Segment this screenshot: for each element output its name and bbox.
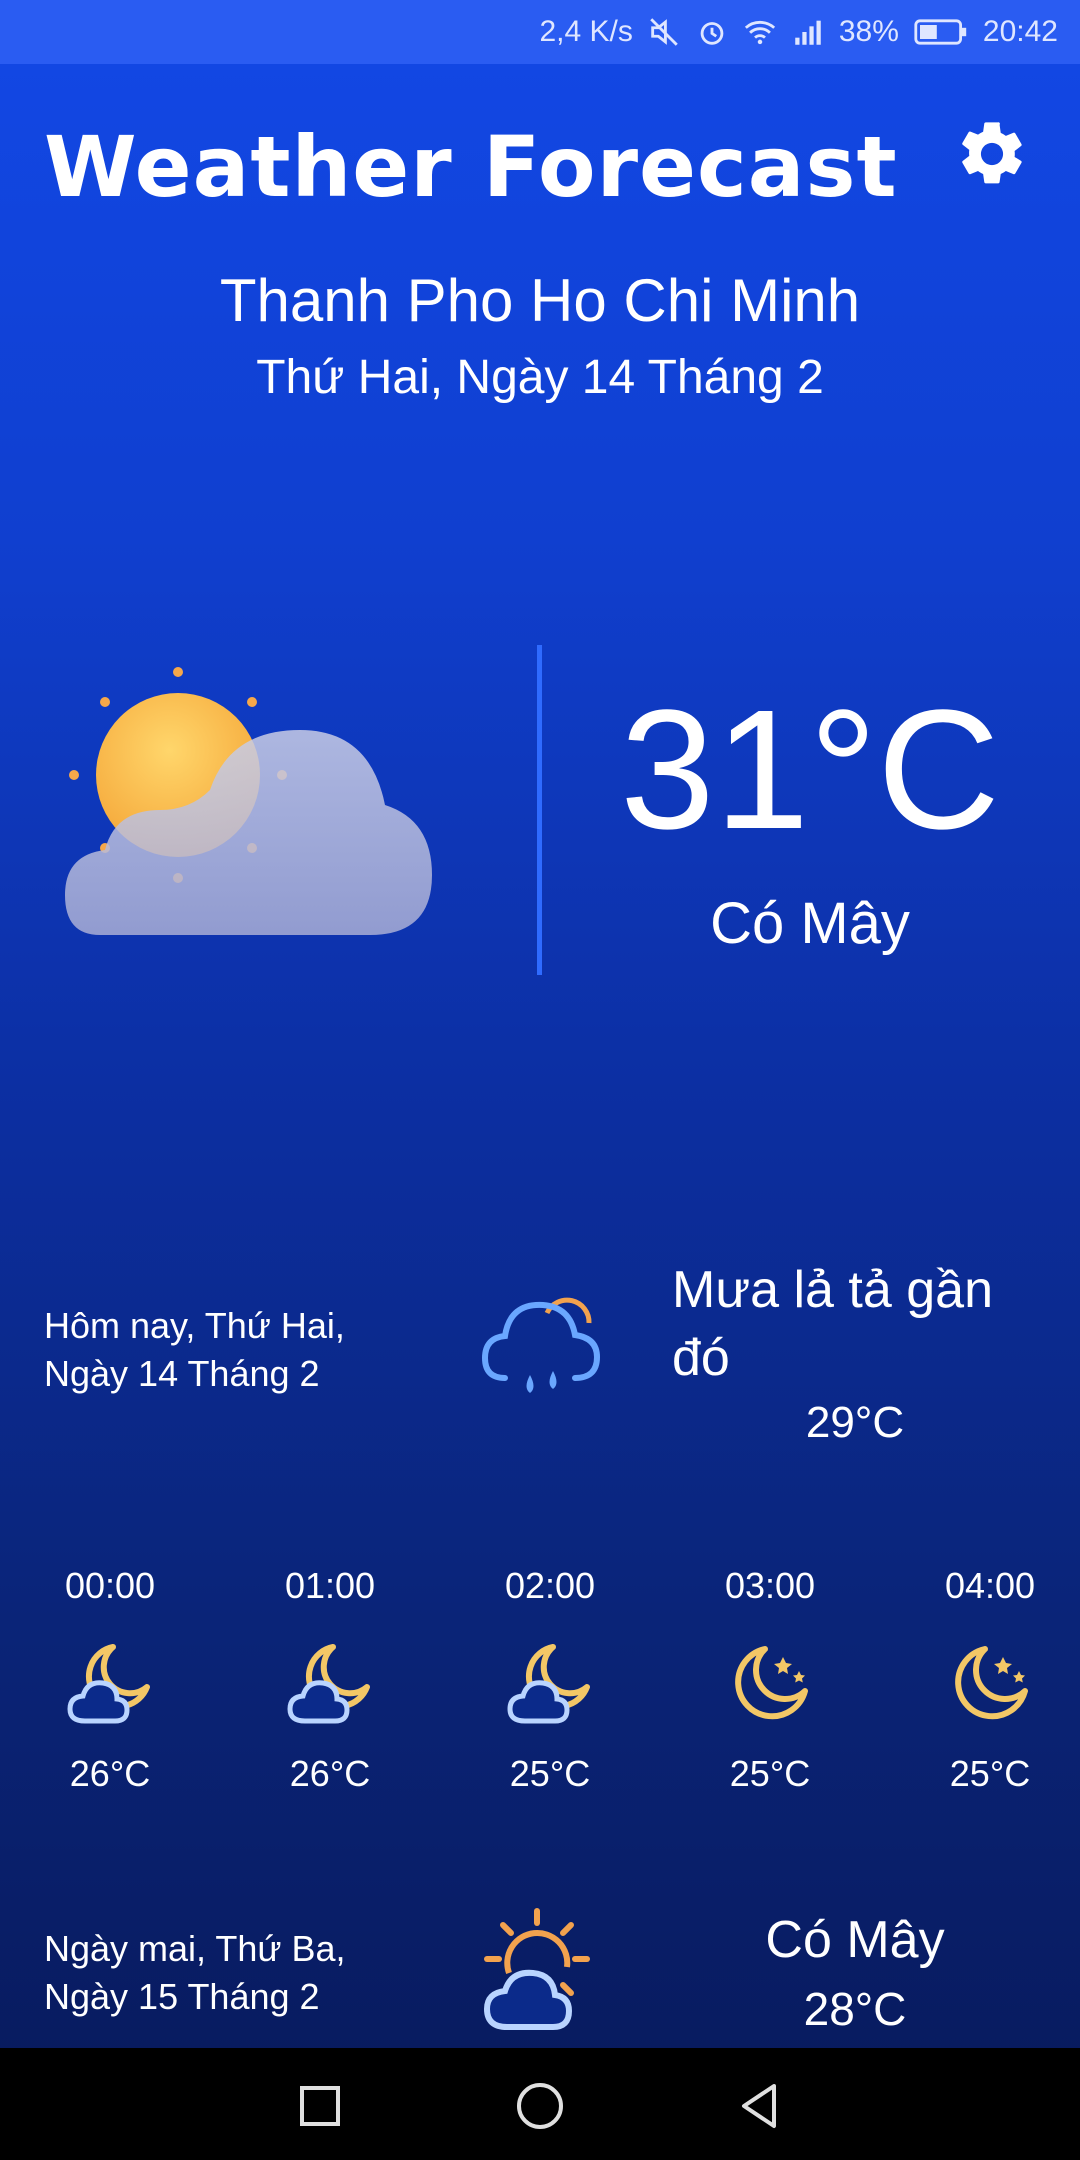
recent-apps-icon[interactable] [290,2076,350,2136]
alarm-icon [700,22,724,45]
hour-time: 00:00 [64,1565,156,1606]
rain-cloud-icon [481,1297,601,1393]
hour-item: 01:00 26°C [240,1565,420,1795]
battery-percent: 38% [838,15,899,48]
hour-time: 03:00 [724,1565,816,1606]
cloudy-moon-icon [287,1644,370,1724]
back-icon[interactable] [730,2076,790,2136]
current-temperature: 31°C [620,675,1000,865]
clock: 20:42 [982,15,1058,48]
today-temperature: 29°C [805,1398,905,1447]
hour-time: 02:00 [504,1565,596,1606]
moon-stars-icon [735,1646,808,1720]
sun-cloud-icon [483,1908,590,2030]
hour-item: 04:00 25°C [900,1565,1080,1795]
partly-cloudy-sun-icon [65,667,432,935]
gear-icon[interactable] [954,116,1030,192]
today-label: Hôm nay, Thứ Hai, Ngày 14 Tháng 2 [44,1302,345,1398]
home-icon[interactable] [510,2076,570,2136]
mute-icon [650,18,678,46]
status-bar: 2,4 K/s 38% 20:42 [0,0,1080,64]
cloudy-moon-icon [67,1644,150,1724]
tomorrow-label-line1: Ngày mai, Thứ Ba, [44,1928,346,1969]
tomorrow-label: Ngày mai, Thứ Ba, Ngày 15 Tháng 2 [44,1925,346,2021]
network-speed: 2,4 K/s [539,15,633,48]
signal-icon [795,20,821,45]
hour-time: 01:00 [284,1565,376,1606]
current-date: Thứ Hai, Ngày 14 Tháng 2 [256,351,824,404]
city-name: Thanh Pho Ho Chi Minh [219,267,861,334]
hour-temp: 26°C [69,1753,151,1794]
navigation-bar [0,2048,1080,2160]
today-label-line2: Ngày 14 Tháng 2 [44,1353,320,1394]
tomorrow-label-line2: Ngày 15 Tháng 2 [44,1976,320,2017]
wifi-icon [744,20,775,45]
hour-temp: 26°C [289,1753,371,1794]
today-description: Mưa lả tả gần đó [672,1261,993,1387]
battery-icon [914,19,967,45]
current-description: Có Mây [710,891,910,956]
app-title: Weather Forecast [44,118,898,216]
tomorrow-temperature: 28°C [803,1983,907,2035]
hour-temp: 25°C [949,1753,1031,1794]
hour-temp: 25°C [729,1753,811,1794]
divider [537,645,542,975]
tomorrow-description: Có Mây [765,1911,945,1969]
hour-time: 04:00 [944,1565,1036,1606]
cloudy-moon-icon [507,1644,590,1724]
hour-item: 00:00 26°C [20,1565,200,1795]
hour-temp: 25°C [509,1753,591,1794]
moon-stars-icon [955,1646,1028,1720]
hour-item: 03:00 25°C [680,1565,860,1795]
hour-item: 02:00 25°C [460,1565,640,1795]
today-label-line1: Hôm nay, Thứ Hai, [44,1305,345,1346]
